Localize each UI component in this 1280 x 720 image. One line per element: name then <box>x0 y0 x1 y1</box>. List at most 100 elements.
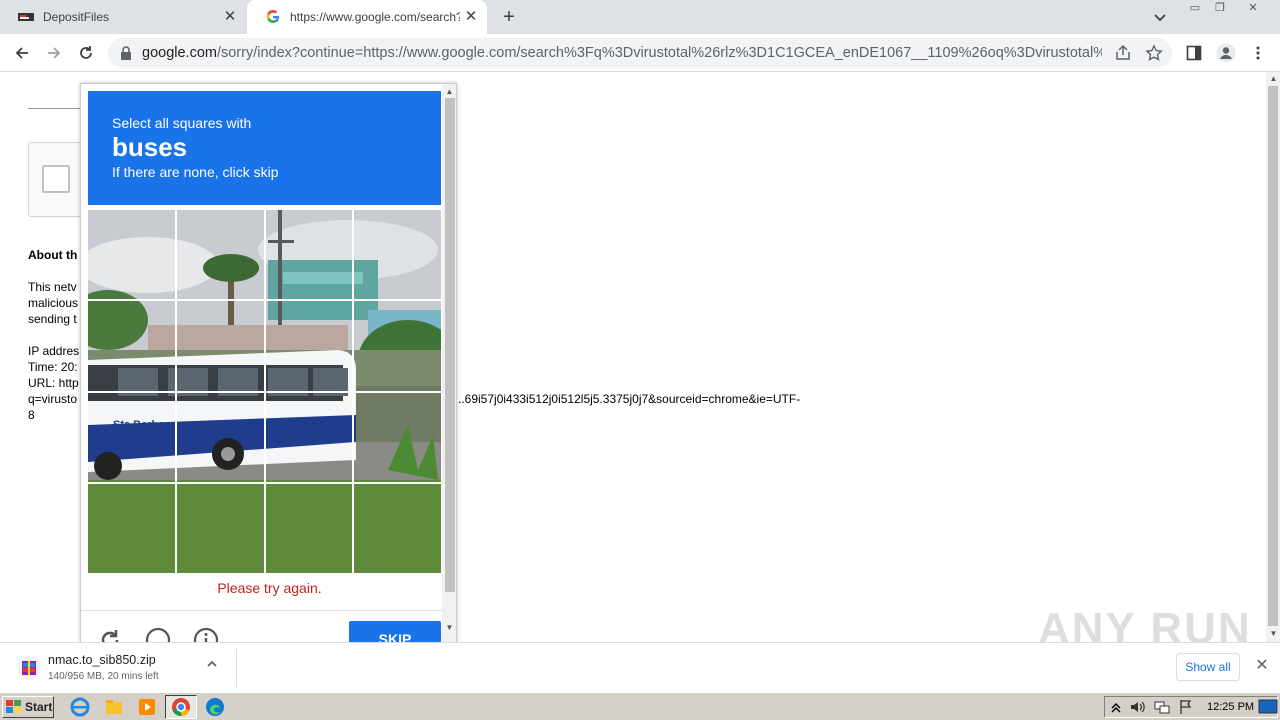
challenge-tile[interactable]: Sta Barbara <box>176 301 264 391</box>
show-desktop-icon[interactable] <box>1258 697 1278 717</box>
download-shelf: nmac.to_sib850.zip 140/956 MB, 20 mins l… <box>0 642 1280 692</box>
about-heading: About th <box>28 248 78 262</box>
challenge-scroll-thumb[interactable] <box>445 98 455 592</box>
lock-icon[interactable] <box>120 46 132 60</box>
browser-toolbar: google.com/sorry/index?continue=https://… <box>0 34 1280 72</box>
file-explorer-icon[interactable] <box>104 697 124 717</box>
scroll-up-arrow-icon[interactable]: ▲ <box>444 86 455 97</box>
clock[interactable]: 12:25 PM <box>1207 701 1254 713</box>
challenge-tile[interactable]: Sta Barbara <box>265 392 353 482</box>
close-window-button[interactable]: ✕ <box>1242 1 1264 15</box>
challenge-tile[interactable]: Sta Barbara <box>354 392 441 482</box>
challenge-tile[interactable]: Sta Barbara <box>265 210 353 300</box>
challenge-tile[interactable]: Sta Barbara <box>88 483 175 573</box>
tray-expand-icon[interactable] <box>1109 698 1123 716</box>
bookmark-star-icon[interactable] <box>1145 44 1163 62</box>
challenge-tile[interactable]: Sta Barbara <box>88 301 175 391</box>
page-text-line: 8 <box>28 408 35 422</box>
recaptcha-checkbox[interactable] <box>42 165 70 193</box>
tab-title: https://www.google.com/search?q= <box>290 10 460 24</box>
restore-button[interactable]: ❐ <box>1209 1 1231 15</box>
tab-close-icon[interactable]: ✕ <box>222 9 238 25</box>
new-tab-button[interactable]: + <box>498 6 520 28</box>
challenge-scrollbar[interactable]: ▲ ▼ <box>442 84 456 642</box>
scroll-up-arrow-icon[interactable]: ▲ <box>1268 73 1279 84</box>
tab-google-search[interactable]: https://www.google.com/search?q= ✕ <box>247 0 487 34</box>
info-icon[interactable] <box>193 627 219 642</box>
tile-image: Sta Barbara <box>354 392 441 482</box>
download-options-chevron-icon[interactable] <box>202 656 222 676</box>
reload-button[interactable] <box>74 41 98 65</box>
challenge-tile[interactable]: Sta Barbara <box>88 392 175 482</box>
tab-depositfiles[interactable]: DepositFiles ✕ <box>0 0 246 34</box>
challenge-target: buses <box>112 132 188 162</box>
chrome-icon[interactable] <box>171 697 191 717</box>
internet-explorer-icon[interactable] <box>70 697 90 717</box>
tile-image: Sta Barbara <box>176 392 264 482</box>
side-panel-icon <box>1186 45 1202 61</box>
windows-taskbar: Start 12:25 PM <box>0 692 1280 720</box>
challenge-tile[interactable]: Sta Barbara <box>176 483 264 573</box>
download-filename[interactable]: nmac.to_sib850.zip <box>48 653 156 667</box>
reload-challenge-icon[interactable] <box>97 627 123 642</box>
page-text-line: malicious <box>28 296 79 310</box>
address-bar[interactable]: google.com/sorry/index?continue=https://… <box>108 38 1172 68</box>
divider <box>28 108 80 109</box>
close-shelf-icon[interactable]: ✕ <box>1252 656 1272 676</box>
tile-image: Sta Barbara <box>88 210 175 300</box>
profile-button[interactable] <box>1214 41 1238 65</box>
page-scroll-thumb[interactable] <box>1268 86 1278 626</box>
start-button[interactable]: Start <box>2 696 54 718</box>
media-player-icon[interactable] <box>137 697 157 717</box>
depositfiles-favicon-icon <box>18 9 34 25</box>
audio-challenge-icon[interactable] <box>145 627 171 642</box>
back-button[interactable] <box>10 41 34 65</box>
skip-button[interactable]: SKIP <box>349 621 441 642</box>
recaptcha-checkbox-widget[interactable] <box>28 142 88 217</box>
tab-close-icon[interactable]: ✕ <box>463 9 479 25</box>
tile-image: Sta Barbara <box>265 483 353 573</box>
challenge-tile[interactable]: Sta Barbara <box>88 210 175 300</box>
volume-icon[interactable] <box>1129 698 1147 716</box>
show-all-button[interactable]: Show all <box>1176 653 1240 681</box>
url-host: google.com <box>142 45 217 61</box>
recaptcha-challenge-popup: Select all squares with buses If there a… <box>80 83 457 642</box>
challenge-hint: If there are none, click skip <box>112 164 279 180</box>
tile-image: Sta Barbara <box>265 301 353 391</box>
tile-image: Sta Barbara <box>176 301 264 391</box>
challenge-error-message: Please try again. <box>217 580 322 596</box>
challenge-tile[interactable]: Sta Barbara <box>265 483 353 573</box>
challenge-tile[interactable]: Sta Barbara <box>354 483 441 573</box>
challenge-footer: SKIP <box>81 610 448 642</box>
tab-title: DepositFiles <box>43 10 110 24</box>
page-text-line: URL: http <box>28 376 79 390</box>
tile-image: Sta Barbara <box>354 483 441 573</box>
forward-button[interactable] <box>42 41 66 65</box>
challenge-instruction: Select all squares with <box>112 115 252 131</box>
back-arrow-icon <box>15 47 28 59</box>
share-icon[interactable] <box>1114 44 1132 62</box>
challenge-tile[interactable]: Sta Barbara <box>176 210 264 300</box>
page-scrollbar[interactable]: ▲ ▼ <box>1266 72 1280 642</box>
challenge-tile[interactable]: Sta Barbara <box>265 301 353 391</box>
forward-arrow-icon <box>48 47 61 59</box>
side-panel-button[interactable] <box>1182 41 1206 65</box>
network-icon[interactable] <box>1153 698 1171 716</box>
minimize-button[interactable]: ▭ <box>1184 1 1206 15</box>
url-text[interactable]: google.com/sorry/index?continue=https://… <box>142 45 1102 61</box>
tile-image: Sta Barbara <box>88 483 175 573</box>
challenge-image-grid: Sta Barbara Sta Barbara <box>88 210 441 573</box>
tile-image: Sta Barbara <box>265 392 353 482</box>
action-center-flag-icon[interactable] <box>1177 698 1195 716</box>
challenge-tile[interactable]: Sta Barbara <box>354 301 441 391</box>
scroll-down-arrow-icon[interactable]: ▼ <box>1268 628 1279 639</box>
challenge-tile[interactable]: Sta Barbara <box>354 210 441 300</box>
reload-icon <box>80 46 92 59</box>
challenge-tile[interactable]: Sta Barbara <box>176 392 264 482</box>
edge-icon[interactable] <box>205 697 225 717</box>
zip-file-icon[interactable] <box>16 655 42 681</box>
menu-button[interactable] <box>1246 41 1270 65</box>
tab-search-chevron-icon[interactable] <box>1151 8 1169 26</box>
scroll-down-arrow-icon[interactable]: ▼ <box>444 622 455 633</box>
page-text-line: Time: 20: <box>28 360 78 374</box>
